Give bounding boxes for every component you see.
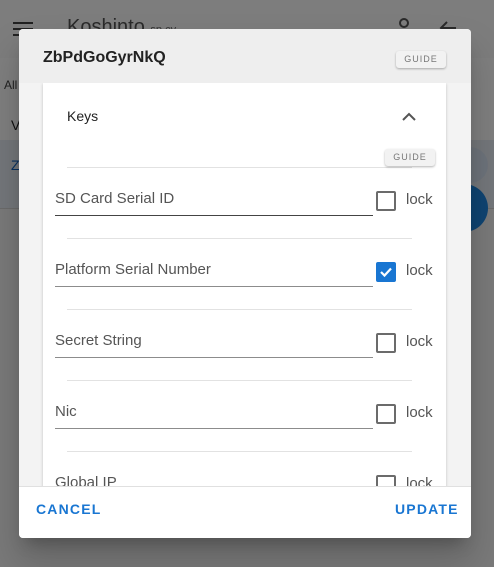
divider xyxy=(67,238,412,239)
dialog-content[interactable]: Keys GUIDE SD Card Serial ID lock Platfo… xyxy=(19,83,471,486)
field-label: SD Card Serial ID xyxy=(55,190,175,207)
panel-title: Keys xyxy=(67,108,99,124)
cancel-button[interactable]: CANCEL xyxy=(36,501,102,517)
divider xyxy=(67,380,412,381)
lock-label: lock xyxy=(406,475,433,486)
lock-checkbox[interactable] xyxy=(376,475,396,486)
platform-serial-number-field[interactable]: Platform Serial Number xyxy=(55,252,373,287)
field-label: Platform Serial Number xyxy=(55,261,211,278)
lock-checkbox[interactable] xyxy=(376,333,396,353)
update-button[interactable]: UPDATE xyxy=(395,501,459,517)
lock-label: lock xyxy=(406,191,433,208)
field-label: Secret String xyxy=(55,332,142,349)
divider xyxy=(67,451,412,452)
global-ip-field[interactable]: Global IP xyxy=(55,465,373,486)
sd-card-serial-id-field[interactable]: SD Card Serial ID xyxy=(55,181,373,216)
lock-checkbox[interactable] xyxy=(376,262,396,282)
lock-checkbox[interactable] xyxy=(376,191,396,211)
panel-guide-button[interactable]: GUIDE xyxy=(385,149,435,166)
dialog-title: ZbPdGoGyrNkQ xyxy=(43,49,166,66)
edit-dialog: ZbPdGoGyrNkQ GUIDE Keys GUIDE SD Card Se… xyxy=(19,29,471,538)
secret-string-field[interactable]: Secret String xyxy=(55,323,373,358)
dialog-header: ZbPdGoGyrNkQ GUIDE xyxy=(19,29,471,83)
lock-label: lock xyxy=(406,333,433,350)
field-label: Global IP xyxy=(55,474,117,486)
keys-panel: Keys GUIDE SD Card Serial ID lock Platfo… xyxy=(43,83,446,486)
divider xyxy=(67,309,412,310)
chevron-up-icon[interactable] xyxy=(399,107,419,127)
checkmark-icon xyxy=(380,267,392,278)
guide-button[interactable]: GUIDE xyxy=(396,51,446,68)
field-label: Nic xyxy=(55,403,77,420)
lock-label: lock xyxy=(406,404,433,421)
lock-checkbox[interactable] xyxy=(376,404,396,424)
dialog-actions: CANCEL UPDATE xyxy=(19,486,471,538)
divider xyxy=(67,167,412,168)
lock-label: lock xyxy=(406,262,433,279)
nic-field[interactable]: Nic xyxy=(55,394,373,429)
